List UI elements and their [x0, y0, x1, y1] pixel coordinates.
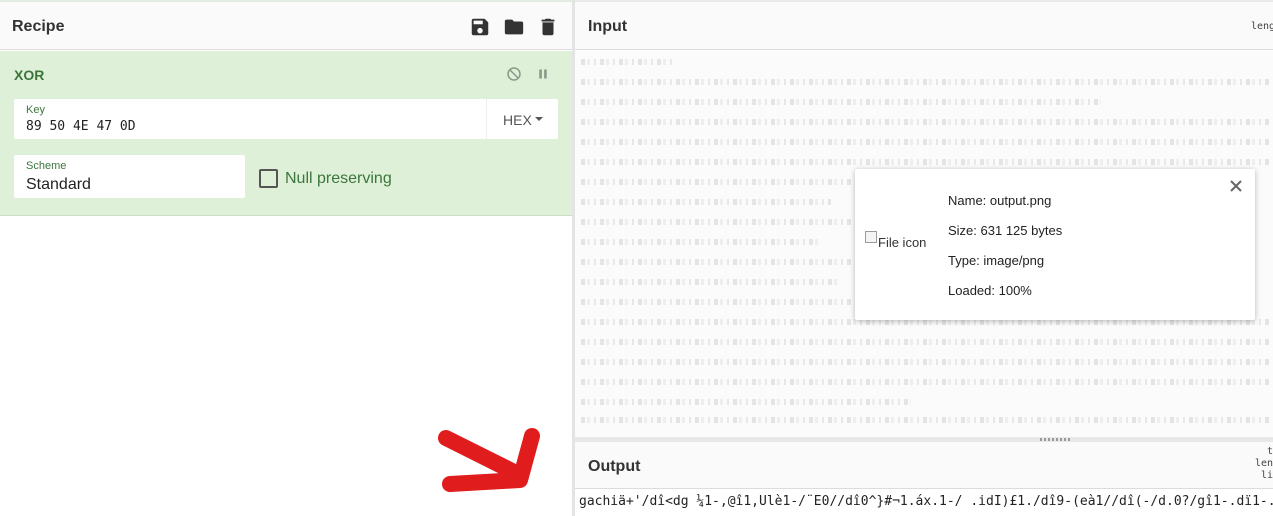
- output-stat-time: t: [1266, 446, 1273, 457]
- recipe-header: Recipe: [0, 0, 572, 50]
- operation-name: XOR: [14, 67, 45, 83]
- key-input[interactable]: 89 50 4E 47 0D: [26, 119, 136, 134]
- disable-icon[interactable]: [505, 65, 523, 83]
- recipe-title: Recipe: [12, 18, 65, 35]
- file-details-popup: File icon Name: output.png Size: 631 125…: [855, 169, 1255, 320]
- operation-xor[interactable]: XOR Key 89 50 4E 47 0D HEX Scheme Standa…: [0, 51, 572, 216]
- folder-icon[interactable]: [503, 16, 525, 38]
- recipe-pane: Recipe XOR Key 89 50 4E 47 0D HEX Scheme…: [0, 0, 572, 516]
- scheme-label: Scheme: [26, 160, 67, 172]
- output-header: Output t len li: [575, 442, 1273, 489]
- key-format-label: HEX: [503, 112, 532, 128]
- output-pane: Output t len li gachiä+'/dî<dg ¼1-,@î1,Û…: [575, 442, 1273, 516]
- close-icon[interactable]: [1228, 178, 1244, 194]
- resize-grip-icon[interactable]: [1040, 438, 1072, 441]
- save-icon[interactable]: [469, 16, 491, 38]
- trash-icon[interactable]: [537, 16, 559, 38]
- input-title: Input: [588, 18, 628, 35]
- file-loaded: Loaded: 100%: [948, 283, 1032, 298]
- file-icon-alt-text: File icon: [878, 235, 927, 250]
- output-textarea[interactable]: gachiä+'/dî<dg ¼1-,@î1,Ûlè1-/¨E0//dî0^}#…: [579, 494, 1273, 509]
- file-type: Type: image/png: [948, 253, 1045, 268]
- scheme-value: Standard: [26, 176, 91, 193]
- file-name: Name: output.png: [948, 193, 1052, 208]
- key-label: Key: [26, 104, 45, 116]
- input-header: Input leng: [575, 0, 1273, 50]
- caret-down-icon: [535, 117, 543, 121]
- null-preserving-checkbox[interactable]: [259, 169, 278, 188]
- null-preserving-label[interactable]: Null preserving: [285, 170, 392, 188]
- output-stat-lines: li: [1260, 470, 1273, 481]
- file-size: Size: 631 125 bytes: [948, 223, 1063, 238]
- key-format-dropdown[interactable]: HEX: [486, 99, 558, 139]
- arrow-icon: [438, 428, 540, 492]
- broken-image-icon: [865, 231, 877, 243]
- scheme-select[interactable]: Scheme Standard: [14, 155, 245, 198]
- output-stat-length: len: [1254, 458, 1273, 469]
- output-stats: t len li: [1235, 446, 1273, 482]
- file-icon: File icon: [865, 229, 945, 253]
- key-field[interactable]: Key 89 50 4E 47 0D HEX: [14, 99, 558, 139]
- pause-icon[interactable]: [534, 65, 552, 83]
- input-stats: leng: [1251, 21, 1273, 32]
- output-title: Output: [588, 458, 641, 475]
